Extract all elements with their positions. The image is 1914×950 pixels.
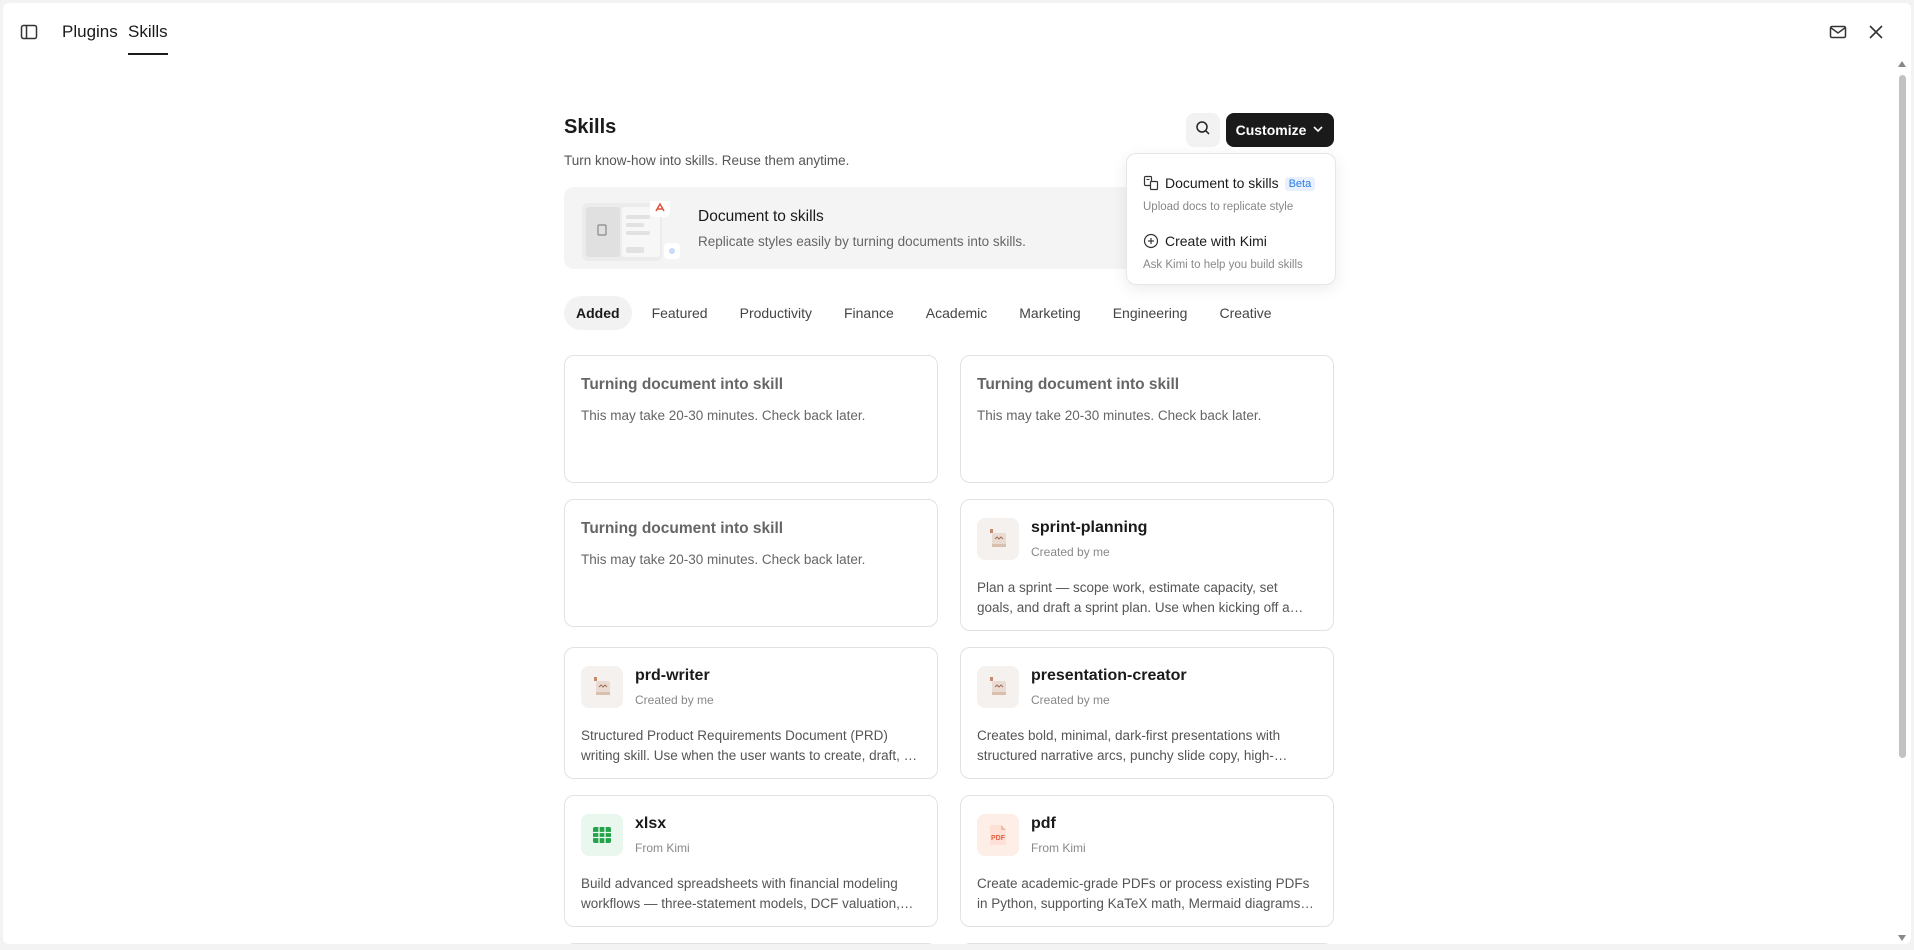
- document-convert-icon: [1143, 175, 1159, 191]
- skill-author: Created by me: [635, 693, 714, 707]
- chevron-down-icon: [1312, 122, 1324, 138]
- spreadsheet-icon: [581, 814, 623, 856]
- svg-text:PDF: PDF: [991, 835, 1006, 842]
- skill-author: From Kimi: [1031, 841, 1086, 855]
- customize-button[interactable]: Customize: [1226, 113, 1334, 147]
- menu-item-label: Document to skills: [1165, 175, 1279, 191]
- skill-card-sprint-planning[interactable]: sprint-planning Created by me Plan a spr…: [960, 499, 1334, 631]
- skill-author: Created by me: [1031, 545, 1110, 559]
- skill-card-prd-writer[interactable]: prd-writer Created by me Structured Prod…: [564, 647, 938, 779]
- tab-featured[interactable]: Featured: [640, 296, 720, 330]
- category-tabs: Added Featured Productivity Finance Acad…: [564, 296, 1292, 330]
- menu-item-label: Create with Kimi: [1165, 233, 1267, 249]
- beta-badge: Beta: [1284, 177, 1316, 191]
- pending-title: Turning document into skill: [581, 520, 784, 537]
- plus-circle-icon: [1143, 233, 1159, 249]
- custom-skill-icon: [977, 666, 1019, 708]
- skill-name: presentation-creator: [1031, 667, 1187, 684]
- skill-author: From Kimi: [635, 841, 690, 855]
- document-illustration-icon: [582, 197, 680, 261]
- custom-skill-icon: [977, 518, 1019, 560]
- skill-name: pdf: [1031, 815, 1056, 832]
- customize-label: Customize: [1235, 122, 1307, 138]
- custom-skill-icon: [581, 666, 623, 708]
- pending-skill-card[interactable]: Turning document into skill This may tak…: [564, 355, 938, 483]
- scroll-down-arrow-icon[interactable]: [1898, 935, 1906, 941]
- skills-panel: Skills Turn know-how into skills. Reuse …: [564, 3, 1334, 944]
- banner-description: Replicate styles easily by turning docum…: [698, 234, 1026, 249]
- close-icon[interactable]: [1865, 21, 1887, 43]
- skill-description: Plan a sprint — scope work, estimate cap…: [977, 580, 1290, 615]
- customize-dropdown: Document to skills Beta Upload docs to re…: [1126, 153, 1336, 285]
- scrollbar[interactable]: [1897, 61, 1907, 941]
- skill-card-pdf[interactable]: PDF pdf From Kimi Create academic-grade …: [960, 795, 1334, 927]
- skill-description: Structured Product Requirements Document…: [581, 728, 916, 763]
- tab-academic[interactable]: Academic: [914, 296, 999, 330]
- tab-plugins[interactable]: Plugins: [62, 22, 118, 42]
- app-window: Plugins Skills Skills Turn know-how into…: [3, 3, 1911, 944]
- pending-title: Turning document into skill: [977, 376, 1180, 393]
- page-subtitle: Turn know-how into skills. Reuse them an…: [564, 153, 850, 168]
- mail-icon[interactable]: [1827, 21, 1849, 43]
- skill-description: Creates bold, minimal, dark-first presen…: [977, 728, 1281, 763]
- tab-skills[interactable]: Skills: [128, 22, 168, 55]
- sidebar-toggle-icon[interactable]: [18, 21, 40, 43]
- skill-author: Created by me: [1031, 693, 1110, 707]
- tab-added[interactable]: Added: [564, 296, 632, 330]
- skill-name: prd-writer: [635, 667, 710, 684]
- tab-marketing[interactable]: Marketing: [1007, 296, 1092, 330]
- pending-description: This may take 20-30 minutes. Check back …: [581, 552, 866, 567]
- skill-card-partial[interactable]: [564, 943, 938, 944]
- pending-title: Turning document into skill: [581, 376, 784, 393]
- menu-item-subtitle: Upload docs to replicate style: [1143, 201, 1294, 213]
- search-icon: [1195, 120, 1211, 141]
- tab-creative[interactable]: Creative: [1207, 296, 1283, 330]
- skill-name: sprint-planning: [1031, 519, 1148, 536]
- skill-name: xlsx: [635, 815, 667, 832]
- tab-productivity[interactable]: Productivity: [728, 296, 824, 330]
- skill-card-partial[interactable]: [960, 943, 1334, 944]
- skill-card-xlsx[interactable]: xlsx From Kimi Build advanced spreadshee…: [564, 795, 938, 927]
- tab-engineering[interactable]: Engineering: [1101, 296, 1200, 330]
- pdf-icon: PDF: [977, 814, 1019, 856]
- pending-description: This may take 20-30 minutes. Check back …: [581, 408, 866, 423]
- menu-item-document-to-skills[interactable]: Document to skills Beta Upload docs to re…: [1127, 160, 1335, 218]
- menu-item-subtitle: Ask Kimi to help you build skills: [1143, 259, 1303, 271]
- pending-skill-card[interactable]: Turning document into skill This may tak…: [960, 355, 1334, 483]
- skill-card-presentation-creator[interactable]: presentation-creator Created by me Creat…: [960, 647, 1334, 779]
- pending-skill-card[interactable]: Turning document into skill This may tak…: [564, 499, 938, 627]
- scroll-thumb[interactable]: [1899, 75, 1906, 758]
- banner-title: Document to skills: [698, 208, 824, 225]
- page-title: Skills: [564, 116, 617, 138]
- skill-description: Build advanced spreadsheets with financi…: [581, 876, 900, 911]
- menu-item-create-with-kimi[interactable]: Create with Kimi Ask Kimi to help you bu…: [1127, 218, 1335, 276]
- scroll-up-arrow-icon[interactable]: [1898, 61, 1906, 67]
- tab-finance[interactable]: Finance: [832, 296, 906, 330]
- skill-description: Create academic-grade PDFs or process ex…: [977, 876, 1310, 911]
- pending-description: This may take 20-30 minutes. Check back …: [977, 408, 1262, 423]
- search-button[interactable]: [1186, 113, 1220, 147]
